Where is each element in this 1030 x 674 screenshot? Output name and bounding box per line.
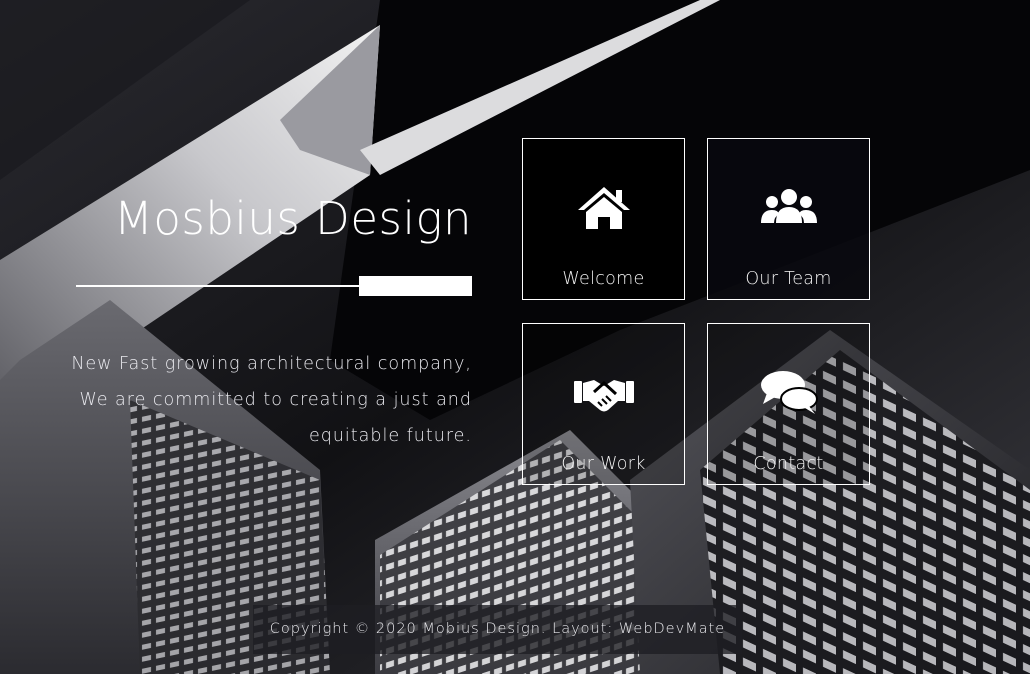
users-icon bbox=[760, 189, 817, 223]
site-tagline: New Fast growing architectural company, … bbox=[71, 353, 472, 446]
nav-tile-welcome[interactable]: Welcome bbox=[522, 138, 685, 300]
footer-copyright: Copyright © 2020 Mobius Design. Layout: bbox=[269, 621, 619, 637]
handshake-icon bbox=[573, 380, 634, 412]
nav-tile-label: Welcome bbox=[562, 269, 645, 289]
nav-tile-label: Our Work bbox=[561, 454, 646, 474]
page: Mosbius Design New Fast growing architec… bbox=[0, 0, 1030, 674]
site-title: Mosbius Design bbox=[114, 192, 472, 245]
background-architecture-photo bbox=[0, 0, 1030, 674]
nav-tile-label: Our Team bbox=[745, 269, 832, 289]
footer-credit-link[interactable]: WebDevMate bbox=[619, 621, 725, 637]
title-divider-line bbox=[76, 285, 366, 287]
footer: Copyright © 2020 Mobius Design. Layout: … bbox=[253, 605, 742, 654]
nav-tile-our-work[interactable]: Our Work bbox=[522, 323, 685, 485]
title-divider-block bbox=[359, 276, 472, 296]
comments-icon bbox=[760, 371, 818, 414]
nav-tile-label: Contact bbox=[753, 454, 824, 474]
home-icon bbox=[577, 187, 630, 229]
nav-tile-our-team[interactable]: Our Team bbox=[707, 138, 870, 300]
nav-tile-contact[interactable]: Contact bbox=[707, 323, 870, 485]
